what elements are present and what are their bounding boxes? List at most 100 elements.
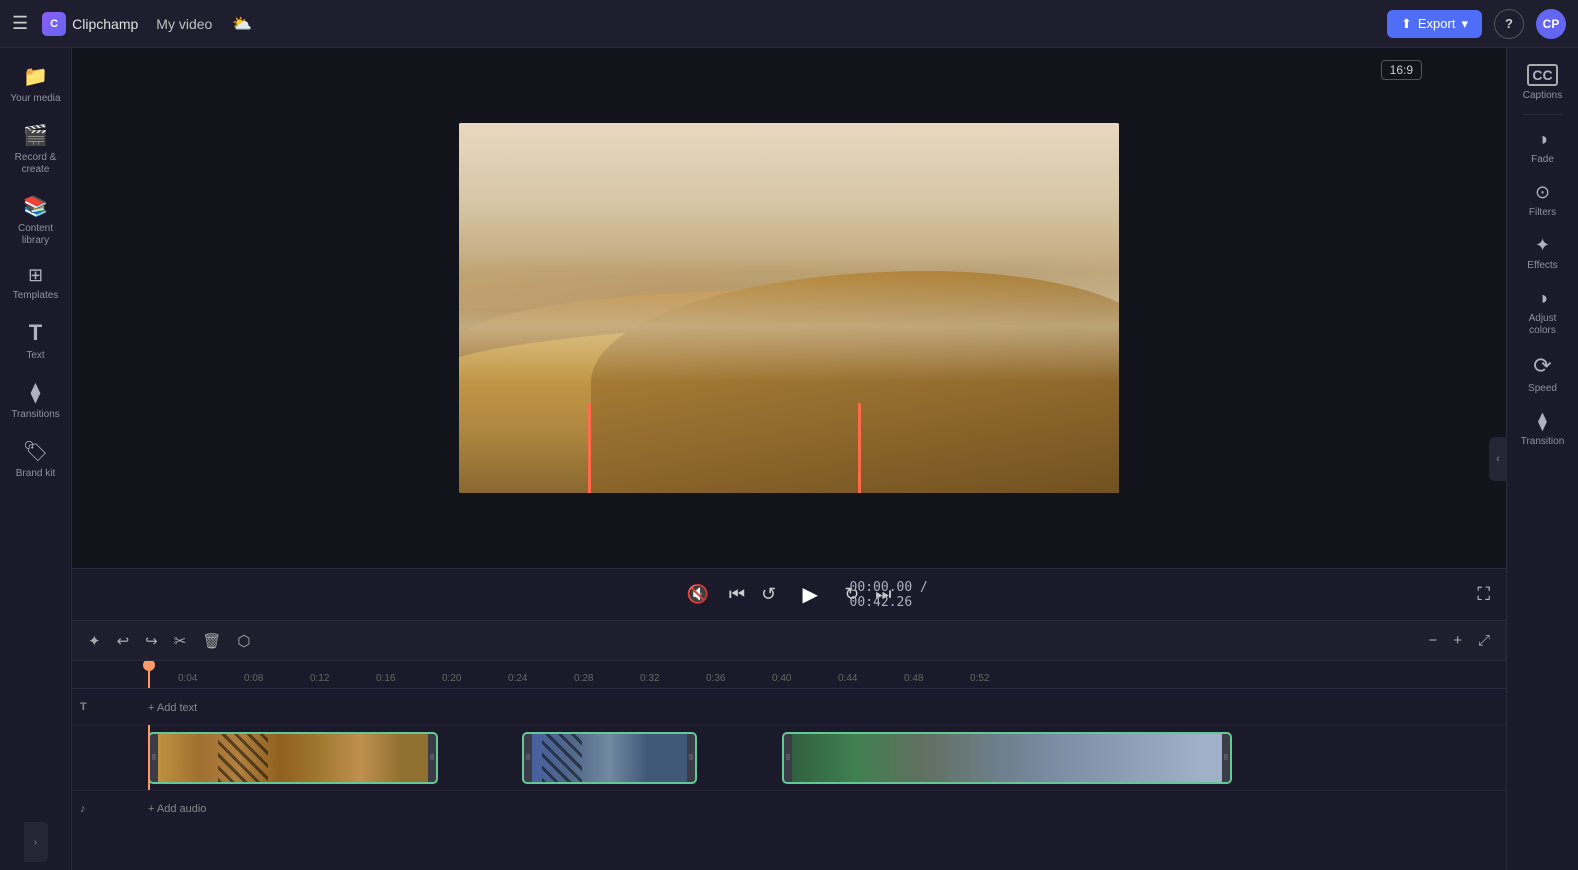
right-sidebar-item-filters[interactable]: ⊙ Filters bbox=[1511, 174, 1575, 225]
export-button[interactable]: ⬆ Export ▾ bbox=[1387, 10, 1482, 38]
redo-button[interactable]: ↪ bbox=[141, 628, 162, 654]
video-title[interactable]: My video bbox=[156, 16, 212, 32]
rewind-button[interactable]: ↺ bbox=[761, 584, 776, 605]
sidebar-item-label: Text bbox=[26, 350, 44, 362]
chevron-right-icon: › bbox=[34, 837, 37, 848]
skip-back-button[interactable]: ⏮ bbox=[729, 584, 745, 605]
sidebar-item-your-media[interactable]: 📁 Your media bbox=[4, 56, 68, 111]
ruler-tick-036: 0:36 bbox=[706, 673, 725, 684]
clip-right-handle[interactable]: ⠿ bbox=[428, 734, 436, 782]
timeline-area: ✦ ↩ ↪ ✂ 🗑 ⬡ − + ⤢ bbox=[72, 620, 1506, 870]
playhead-line bbox=[148, 661, 150, 688]
ruler-tick-020: 0:20 bbox=[442, 673, 461, 684]
ruler-tick-048: 0:48 bbox=[904, 673, 923, 684]
clip-left-handle[interactable]: ⠿ bbox=[524, 734, 532, 782]
preview-area: 16:9 bbox=[72, 48, 1506, 568]
aspect-ratio-badge[interactable]: 16:9 bbox=[1381, 60, 1422, 80]
adjust-colors-icon: ◑ bbox=[1537, 288, 1548, 309]
sidebar-item-brand-kit[interactable]: 🏷 Brand kit bbox=[4, 431, 68, 486]
right-sidebar-label: Speed bbox=[1528, 383, 1557, 395]
sidebar-item-label: Brand kit bbox=[16, 468, 55, 480]
clip-2-content bbox=[532, 734, 687, 782]
ruler-tick-012: 0:12 bbox=[310, 673, 329, 684]
menu-icon[interactable]: ☰ bbox=[12, 13, 28, 34]
right-sidebar-label: Adjust colors bbox=[1515, 313, 1571, 337]
fit-to-screen-button[interactable]: ⤢ bbox=[1474, 628, 1494, 653]
split-button[interactable]: ✂ bbox=[170, 628, 191, 654]
user-avatar[interactable]: CP bbox=[1536, 9, 1566, 39]
sidebar-item-transitions[interactable]: ⧫ Transitions bbox=[4, 372, 68, 427]
export-label: Export bbox=[1418, 16, 1456, 31]
magic-tool-button[interactable]: ✦ bbox=[84, 628, 105, 654]
right-sidebar-item-effects[interactable]: ✦ Effects bbox=[1511, 227, 1575, 278]
delete-button[interactable]: 🗑 bbox=[198, 628, 225, 654]
playback-center: ⏮ ↺ ▶ ↻ ⏭ 00:00.00 / 00:42.26 bbox=[729, 577, 892, 613]
handle-icon: ⠿ bbox=[785, 754, 790, 762]
more-tools-button[interactable]: ⬡ bbox=[233, 628, 254, 654]
play-button[interactable]: ▶ bbox=[792, 577, 828, 613]
ruler-tick-052: 0:52 bbox=[970, 673, 989, 684]
mute-button[interactable]: 🔇 bbox=[686, 584, 708, 605]
sidebar-item-label: Content library bbox=[8, 223, 64, 247]
sidebar-collapse-handle[interactable]: › bbox=[24, 822, 48, 862]
text-track-label: T bbox=[72, 701, 148, 713]
right-sidebar: ‹ CC Captions ◑ Fade ⊙ Filters ✦ Effects… bbox=[1506, 48, 1578, 870]
video-container bbox=[459, 123, 1119, 493]
right-sidebar-item-adjust-colors[interactable]: ◑ Adjust colors bbox=[1511, 280, 1575, 343]
cloud-save-icon: ⛅ bbox=[232, 14, 252, 34]
add-audio-button[interactable]: + Add audio bbox=[148, 803, 206, 815]
effects-icon: ✦ bbox=[1535, 235, 1550, 256]
help-button[interactable]: ? bbox=[1494, 9, 1524, 39]
clip-1-content bbox=[158, 734, 428, 782]
zoom-in-button[interactable]: + bbox=[1449, 628, 1466, 653]
handle-icon: ⠿ bbox=[429, 754, 434, 762]
sidebar-item-label: Transitions bbox=[11, 409, 60, 421]
add-text-button[interactable]: + Add text bbox=[148, 698, 197, 716]
sidebar-item-content-library[interactable]: 📚 Content library bbox=[4, 186, 68, 253]
clip-right-handle[interactable]: ⠿ bbox=[1222, 734, 1230, 782]
clip-left-handle[interactable]: ⠿ bbox=[784, 734, 792, 782]
brand-kit-icon: 🏷 bbox=[23, 439, 48, 464]
clip-hatch bbox=[542, 734, 582, 782]
clip-left-handle[interactable]: ⠿ bbox=[150, 734, 158, 782]
clip-3-content bbox=[792, 734, 1222, 782]
handle-icon: ⠿ bbox=[688, 754, 693, 762]
video-frame bbox=[459, 123, 1119, 493]
right-sidebar-label: Captions bbox=[1523, 90, 1562, 102]
ruler-tick-032: 0:32 bbox=[640, 673, 659, 684]
timeline-ruler: 0:04 0:08 0:12 0:16 0:20 0:24 0:28 0:32 … bbox=[72, 661, 1506, 689]
right-sidebar-label: Filters bbox=[1529, 207, 1556, 219]
fullscreen-button[interactable]: ⛶ bbox=[1477, 584, 1490, 605]
content-library-icon: 📚 bbox=[23, 194, 48, 219]
right-sidebar-item-speed[interactable]: ⟳ Speed bbox=[1511, 345, 1575, 401]
ruler-tick-024: 0:24 bbox=[508, 673, 527, 684]
ruler-ticks: 0:04 0:08 0:12 0:16 0:20 0:24 0:28 0:32 … bbox=[148, 661, 1506, 688]
undo-button[interactable]: ↩ bbox=[113, 628, 134, 654]
main-area: 📁 Your media 🎬 Record & create 📚 Content… bbox=[0, 48, 1578, 870]
timecode-display: 00:00.00 / 00:42.26 bbox=[850, 580, 931, 610]
right-sidebar-item-transition[interactable]: ⧫ Transition bbox=[1511, 403, 1575, 454]
sidebar-item-record-create[interactable]: 🎬 Record & create bbox=[4, 115, 68, 182]
right-sidebar-item-fade[interactable]: ◑ Fade bbox=[1511, 121, 1575, 172]
mist-layer bbox=[459, 271, 1119, 382]
clip-right-handle[interactable]: ⠿ bbox=[687, 734, 695, 782]
fade-icon: ◑ bbox=[1537, 129, 1548, 150]
sidebar-item-templates[interactable]: ⊞ Templates bbox=[4, 257, 68, 308]
templates-icon: ⊞ bbox=[28, 265, 43, 286]
video-clip-3[interactable]: ⠿ ⠿ bbox=[782, 732, 1232, 784]
right-sidebar-label: Transition bbox=[1521, 436, 1565, 448]
sidebar-item-text[interactable]: T Text bbox=[4, 312, 68, 368]
right-sidebar-collapse[interactable]: ‹ bbox=[1489, 437, 1507, 481]
playhead-track-line bbox=[148, 725, 150, 790]
transition-icon: ⧫ bbox=[1538, 411, 1547, 432]
right-sidebar-divider bbox=[1523, 114, 1563, 115]
app-logo: C bbox=[42, 12, 66, 36]
handle-icon: ⠿ bbox=[1223, 754, 1228, 762]
topbar-left: ☰ C Clipchamp My video ⛅ bbox=[12, 12, 252, 36]
video-clip-1[interactable]: ⠿ ⠿ bbox=[148, 732, 438, 784]
video-clip-2[interactable]: ⠿ ⠿ bbox=[522, 732, 697, 784]
transitions-icon: ⧫ bbox=[31, 380, 41, 405]
record-create-icon: 🎬 bbox=[23, 123, 48, 148]
right-sidebar-item-captions[interactable]: CC Captions bbox=[1511, 56, 1575, 108]
zoom-out-button[interactable]: − bbox=[1424, 628, 1441, 653]
